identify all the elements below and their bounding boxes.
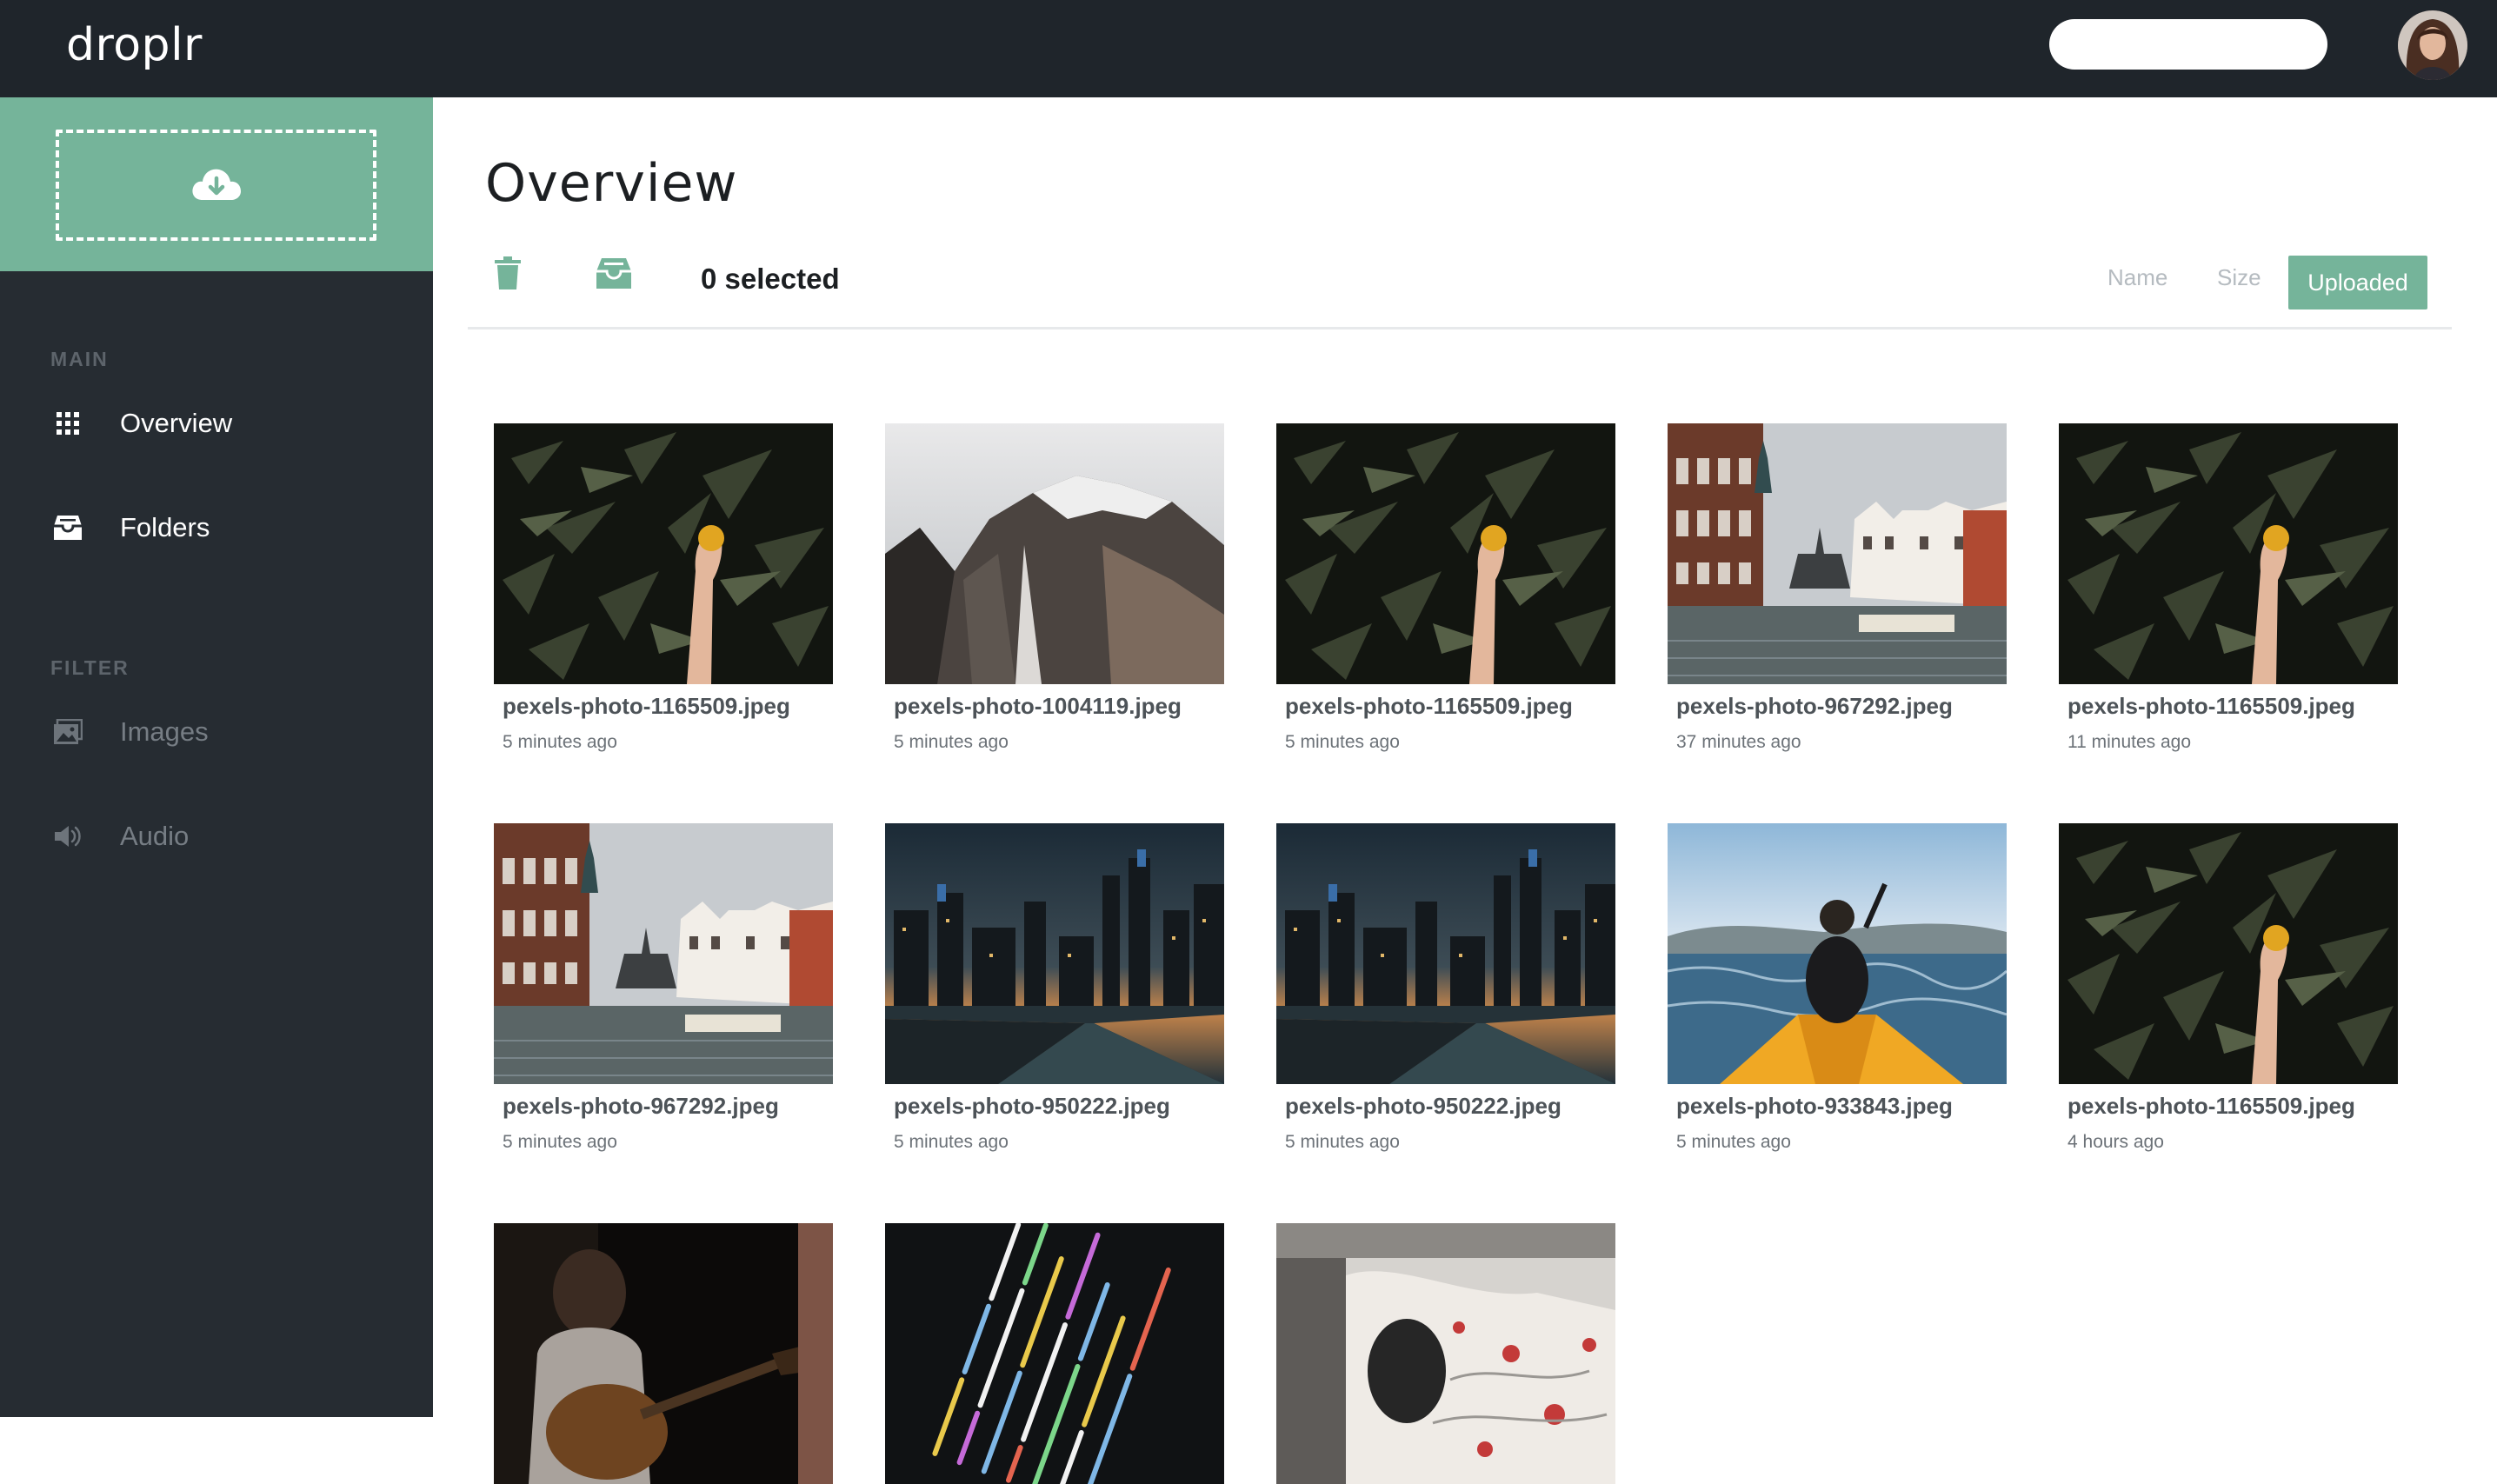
section-label-filter: FILTER [50,656,130,679]
file-time: 5 minutes ago [1285,732,1400,752]
avatar-image [2398,10,2467,80]
file-time: 37 minutes ago [1676,732,1801,752]
file-card[interactable]: pexels-photo-967292.jpeg 37 minutes ago [1668,423,2007,753]
file-thumbnail[interactable] [2059,823,2398,1084]
file-card[interactable]: pexels-photo-950222.jpeg 5 minutes ago [1276,823,1615,1153]
grid-icon [49,404,87,443]
sidebar-item-audio[interactable]: Audio [49,810,414,862]
upload-area [0,97,433,271]
selected-count: 0 selected [701,263,840,295]
page-title: Overview [485,153,738,214]
archive-button[interactable] [593,254,635,296]
file-thumbnail[interactable] [494,823,833,1084]
sidebar-item-label: Audio [120,821,190,851]
file-name: pexels-photo-950222.jpeg [1285,1093,1561,1119]
file-thumbnail[interactable] [494,1223,833,1484]
section-label-main: MAIN [50,348,109,370]
file-time: 5 minutes ago [1676,1132,1791,1152]
file-name: pexels-photo-1004119.jpeg [894,693,1182,719]
file-time: 5 minutes ago [1285,1132,1400,1152]
file-name: pexels-photo-1165509.jpeg [2068,1093,2355,1119]
cloud-download-icon [190,165,243,206]
file-card[interactable]: pexels-photo-1004119.jpeg 5 minutes ago [885,423,1224,753]
file-thumbnail[interactable] [885,823,1224,1084]
file-thumbnail[interactable] [1668,823,2007,1084]
file-thumbnail[interactable] [1668,423,2007,684]
file-thumbnail[interactable] [1276,823,1615,1084]
file-thumbnail[interactable] [2059,423,2398,684]
file-thumbnail[interactable] [885,1223,1224,1484]
file-time: 5 minutes ago [894,1132,1009,1152]
sidebar-item-label: Folders [120,512,210,542]
file-thumbnail[interactable] [1276,423,1615,684]
file-name: pexels-photo-950222.jpeg [894,1093,1170,1119]
sidebar-item-folders[interactable]: Folders [49,502,414,554]
inbox-icon [596,256,632,295]
file-time: 5 minutes ago [894,732,1009,752]
file-name: pexels-photo-1165509.jpeg [2068,693,2355,719]
delete-button[interactable] [487,254,529,296]
file-name: pexels-photo-1165509.jpeg [503,693,790,719]
file-name: pexels-photo-967292.jpeg [503,1093,779,1119]
file-card[interactable]: pexels-photo-1165509.jpeg 11 minutes ago [2059,423,2398,753]
main-content: Overview 0 selected Name Size Uploaded p… [433,97,2497,1484]
toolbar-divider [468,327,2452,329]
file-name: pexels-photo-933843.jpeg [1676,1093,1953,1119]
sort-by-name[interactable]: Name [2107,264,2167,291]
top-bar: droplr [0,0,2497,97]
file-card[interactable]: pexels-photo-1165509.jpeg 5 minutes ago [1276,423,1615,753]
file-name: pexels-photo-967292.jpeg [1676,693,1953,719]
upload-dropzone[interactable] [56,130,376,241]
speaker-icon [49,817,87,855]
avatar[interactable] [2398,10,2467,80]
sidebar-item-images[interactable]: Images [49,706,414,758]
trash-icon [494,256,522,295]
image-icon [49,713,87,751]
sidebar-item-label: Images [120,716,209,747]
file-thumbnail[interactable] [885,423,1224,684]
file-card[interactable] [1276,1223,1615,1484]
file-time: 4 hours ago [2068,1132,2164,1152]
file-time: 5 minutes ago [503,1132,617,1152]
file-card[interactable]: pexels-photo-1165509.jpeg 5 minutes ago [494,423,833,753]
file-name: pexels-photo-1165509.jpeg [1285,693,1573,719]
app-logo[interactable]: droplr [66,19,203,71]
file-card[interactable] [885,1223,1224,1484]
file-card[interactable]: pexels-photo-950222.jpeg 5 minutes ago [885,823,1224,1153]
sidebar-item-label: Overview [120,408,233,438]
sidebar: MAIN Overview Folders FILTER Images Audi… [0,97,433,1417]
inbox-icon [49,509,87,547]
file-thumbnail[interactable] [494,423,833,684]
file-thumbnail[interactable] [1276,1223,1615,1484]
file-time: 5 minutes ago [503,732,617,752]
file-time: 11 minutes ago [2068,732,2192,752]
sort-by-size[interactable]: Size [2217,264,2261,291]
sidebar-item-overview[interactable]: Overview [49,397,414,449]
file-card[interactable]: pexels-photo-967292.jpeg 5 minutes ago [494,823,833,1153]
sort-by-uploaded[interactable]: Uploaded [2288,256,2427,309]
file-card[interactable]: pexels-photo-1165509.jpeg 4 hours ago [2059,823,2398,1153]
file-card[interactable]: pexels-photo-933843.jpeg 5 minutes ago [1668,823,2007,1153]
search-input[interactable] [2049,19,2327,70]
file-card[interactable] [494,1223,833,1484]
